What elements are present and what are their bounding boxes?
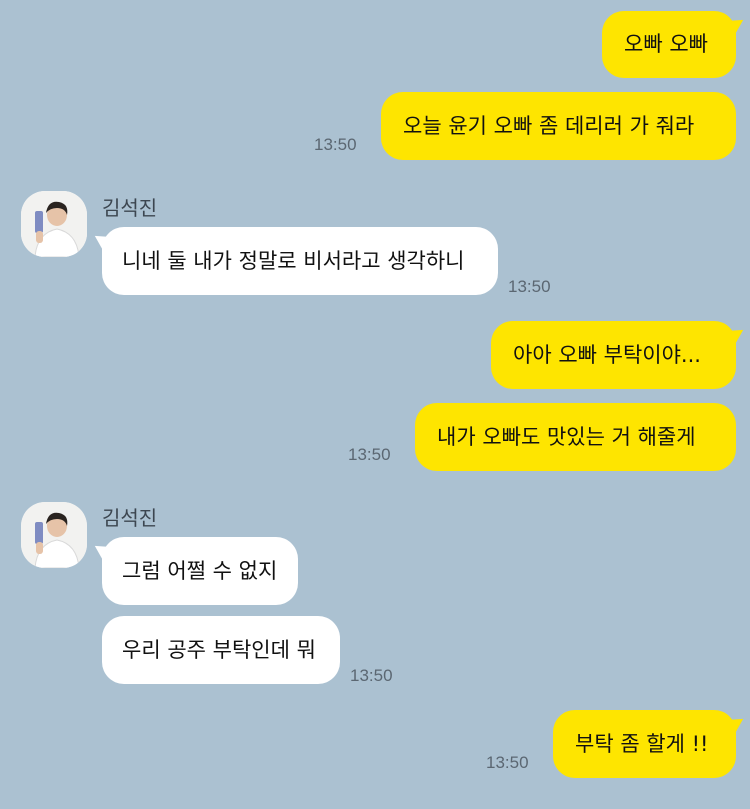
message-bubble-sent[interactable]: 내가 오빠도 맛있는 거 해줄게 — [415, 403, 736, 471]
profile-photo-icon — [21, 502, 87, 568]
message-text: 부탁 좀 할게 !! — [575, 731, 709, 756]
message-text: 아아 오빠 부탁이야... — [513, 342, 701, 367]
message-bubble-sent[interactable]: 아아 오빠 부탁이야... — [491, 321, 736, 389]
message-bubble-received[interactable]: 우리 공주 부탁인데 뭐 — [102, 616, 340, 684]
profile-photo-icon — [21, 191, 87, 257]
message-time: 13:50 — [508, 277, 551, 296]
message-time: 13:50 — [314, 135, 357, 154]
message-bubble-sent[interactable]: 오빠 오빠 — [602, 11, 736, 78]
message-bubble-received[interactable]: 그럼 어쩔 수 없지 — [102, 537, 298, 605]
message-bubble-sent[interactable]: 부탁 좀 할게 !! — [553, 710, 736, 778]
message-bubble-received[interactable]: 니네 둘 내가 정말로 비서라고 생각하니 — [102, 227, 498, 295]
contact-name: 김석진 — [102, 196, 158, 220]
message-text: 오빠 오빠 — [624, 32, 708, 56]
contact-avatar[interactable] — [21, 191, 87, 257]
message-text: 내가 오빠도 맛있는 거 해줄게 — [437, 424, 696, 449]
contact-avatar[interactable] — [21, 502, 87, 568]
message-text: 그럼 어쩔 수 없지 — [122, 558, 278, 583]
message-time: 13:50 — [348, 445, 391, 464]
message-bubble-sent[interactable]: 오늘 윤기 오빠 좀 데리러 가 줘라 — [381, 92, 736, 160]
message-time: 13:50 — [350, 666, 393, 685]
message-text: 니네 둘 내가 정말로 비서라고 생각하니 — [122, 248, 465, 273]
message-time: 13:50 — [486, 753, 529, 772]
message-text: 오늘 윤기 오빠 좀 데리러 가 줘라 — [403, 113, 695, 138]
message-text: 우리 공주 부탁인데 뭐 — [122, 637, 316, 662]
contact-name: 김석진 — [102, 506, 158, 530]
